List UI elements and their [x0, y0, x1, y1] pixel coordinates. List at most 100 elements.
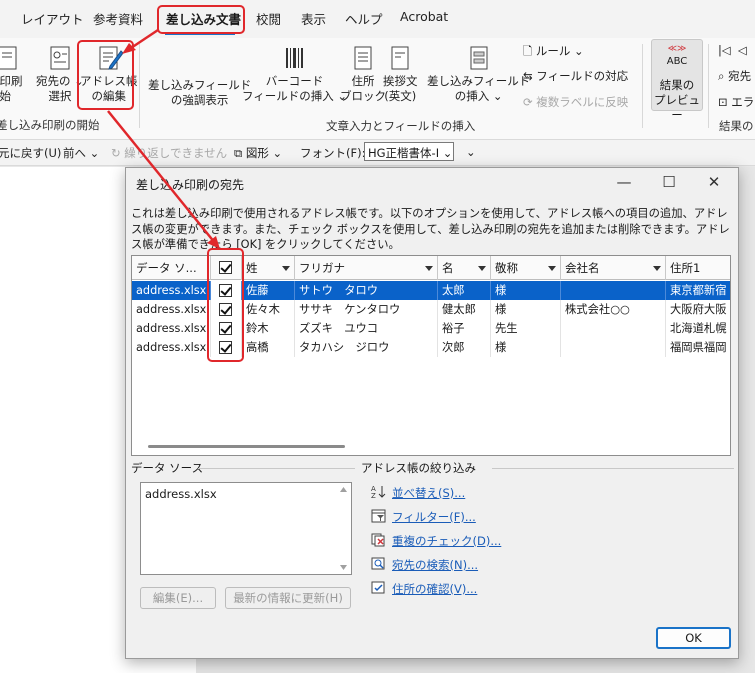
- cell-data-source: address.xlsx: [132, 300, 211, 319]
- data-source-section-label: データ ソース: [131, 461, 204, 475]
- col-header-last-name-label: 姓: [246, 261, 258, 275]
- greeting-line-button[interactable]: 挨拶文 (英文): [383, 44, 418, 104]
- cell-first-name: 裕子: [438, 319, 491, 338]
- cell-last-name: 佐々木: [242, 300, 295, 319]
- ribbon-separator-2: [642, 44, 643, 128]
- col-header-address[interactable]: 住所1: [666, 256, 730, 280]
- insert-field-label-2: の挿入: [454, 89, 490, 103]
- cell-last-name: 佐藤: [242, 281, 295, 300]
- redo-label: 繰り返しできません: [124, 146, 228, 160]
- find-recipient-icon: ⌕: [718, 69, 725, 83]
- start-mail-merge-button[interactable]: み印刷 始: [0, 44, 23, 104]
- rules-label: ルール: [535, 44, 571, 58]
- data-source-list[interactable]: address.xlsx: [140, 482, 352, 575]
- col-header-data-source[interactable]: データ ソ...: [132, 256, 211, 280]
- col-header-honorific[interactable]: 敬称: [491, 256, 561, 280]
- tab-help[interactable]: ヘルプ: [345, 9, 383, 28]
- refine-section-label: アドレス帳の絞り込み: [361, 461, 476, 475]
- col-header-last-name[interactable]: 姓: [242, 256, 295, 280]
- shapes-button[interactable]: ⧉ 図形 ⌄: [234, 145, 282, 161]
- cell-address: 大阪府大阪: [666, 300, 730, 319]
- cell-honorific: 様: [491, 300, 561, 319]
- tab-layout[interactable]: レイアウト: [21, 9, 84, 28]
- duplicate-check-link[interactable]: 重複のチェック(D)...: [392, 533, 501, 549]
- cell-first-name: 太郎: [438, 281, 491, 300]
- insert-barcode-field-button[interactable]: バーコード フィールドの挿入 ⌄: [242, 44, 347, 104]
- tab-references[interactable]: 参考資料: [93, 9, 143, 28]
- preview-label: 結果の プレビュー: [652, 78, 702, 123]
- col-header-company[interactable]: 会社名: [561, 256, 666, 280]
- find-recipient-link[interactable]: 宛先の検索(N)...: [392, 557, 478, 573]
- insert-field-label-1: 差し込みフィールド: [427, 74, 531, 88]
- minimize-icon[interactable]: —: [604, 171, 644, 195]
- filter-icon: [371, 509, 386, 523]
- cell-kana: タカハシ ジロウ: [295, 338, 438, 357]
- tab-review[interactable]: 校閲: [256, 9, 281, 28]
- match-fields-button[interactable]: ⇆ フィールドの対応: [523, 68, 628, 84]
- update-labels-button[interactable]: ⟳ 複数ラベルに反映: [523, 94, 628, 110]
- preview-results-button[interactable]: ≪≫ ABC 結果の プレビュー: [651, 39, 703, 122]
- ribbon-separator-3: [708, 44, 709, 128]
- data-source-scrollbar[interactable]: [336, 483, 351, 574]
- cell-honorific: 様: [491, 338, 561, 357]
- address-block-icon: [354, 46, 372, 70]
- find-recipient-label: 宛先: [728, 69, 752, 83]
- cell-honorific: 様: [491, 281, 561, 300]
- address-block-button[interactable]: 住所 ブロック: [340, 44, 386, 104]
- prev-button[interactable]: 前へ ⌄: [63, 145, 99, 161]
- ok-button[interactable]: OK: [656, 627, 731, 649]
- refresh-button[interactable]: 最新の情報に更新(H): [225, 587, 351, 609]
- match-fields-icon: ⇆: [523, 69, 533, 83]
- cell-kana: ササキ ケンタロウ: [295, 300, 438, 319]
- cell-company: 株式会社○○: [561, 300, 666, 319]
- update-labels-label: 複数ラベルに反映: [536, 95, 629, 109]
- validate-address-icon: [371, 581, 385, 594]
- check-errors-button[interactable]: ⊡ エラ: [718, 94, 754, 110]
- toolbar-overflow-icon[interactable]: ⌄: [466, 145, 476, 159]
- col-header-kana[interactable]: フリガナ: [295, 256, 438, 280]
- mail-merge-icon: [0, 46, 17, 70]
- group-label-start: 差し込み印刷の開始: [0, 118, 100, 132]
- greeting-label-2: (英文): [384, 89, 417, 103]
- start-mail-merge-label-2: 始: [0, 89, 11, 103]
- cell-kana: サトウ タロウ: [295, 281, 438, 300]
- sort-link[interactable]: 並べ替え(S)...: [392, 485, 465, 501]
- find-recipient-button[interactable]: ⌕ 宛先: [718, 68, 751, 84]
- select-recipients-label-2: 選択: [48, 89, 72, 103]
- font-select[interactable]: HG正楷書体-I ⌄: [364, 142, 454, 161]
- edit-data-source-button[interactable]: 編集(E)...: [140, 587, 216, 609]
- dropdown-arrow-icon: [425, 266, 433, 271]
- nav-first-record-button[interactable]: |◁ ◁: [718, 43, 747, 57]
- match-fields-label: フィールドの対応: [536, 69, 629, 83]
- cell-address: 北海道札幌: [666, 319, 730, 338]
- filter-link[interactable]: フィルター(F)...: [392, 509, 476, 525]
- validate-address-link[interactable]: 住所の確認(V)...: [392, 581, 477, 597]
- highlight-merge-fields-button[interactable]: 差し込みフィールド の強調表示: [148, 78, 251, 108]
- insert-merge-field-button[interactable]: 差し込みフィールド の挿入 ⌄: [427, 44, 530, 104]
- select-recipients-icon: [50, 46, 70, 70]
- tab-acrobat[interactable]: Acrobat: [400, 9, 448, 24]
- ribbon-tab-bar: レイアウト 参考資料 差し込み文書 校閲 表示 ヘルプ Acrobat: [0, 0, 755, 38]
- close-icon[interactable]: ✕: [694, 171, 734, 195]
- mailings-tab-highlight: [157, 5, 245, 34]
- prev-label: 前へ: [63, 146, 86, 160]
- horizontal-scrollbar[interactable]: [148, 445, 345, 448]
- find-recipient-icon: [371, 557, 385, 570]
- undo-button[interactable]: 元に戻す(U): [0, 145, 61, 161]
- redo-button[interactable]: ↻ 繰り返しできません: [111, 145, 227, 161]
- duplicate-check-icon: [371, 533, 385, 547]
- greeting-line-icon: [391, 46, 409, 70]
- cell-kana: ズズキ ユウコ: [295, 319, 438, 338]
- barcode-label-2: フィールドの挿入: [242, 89, 334, 103]
- rules-icon: 🗋: [523, 44, 533, 58]
- rules-button[interactable]: 🗋 ルール ⌄: [523, 43, 584, 63]
- dialog-description: これは差し込み印刷で使用されるアドレス帳です。以下のオプションを使用して、アドレ…: [131, 207, 730, 251]
- cell-last-name: 高橋: [242, 338, 295, 357]
- check-errors-icon: ⊡: [718, 95, 728, 109]
- preview-label-2: プレビュー: [654, 93, 700, 122]
- maximize-icon[interactable]: ☐: [649, 171, 689, 195]
- data-source-list-item[interactable]: address.xlsx: [145, 487, 217, 501]
- edit-list-highlight: [77, 40, 134, 110]
- col-header-first-name[interactable]: 名: [438, 256, 491, 280]
- tab-view[interactable]: 表示: [301, 9, 326, 28]
